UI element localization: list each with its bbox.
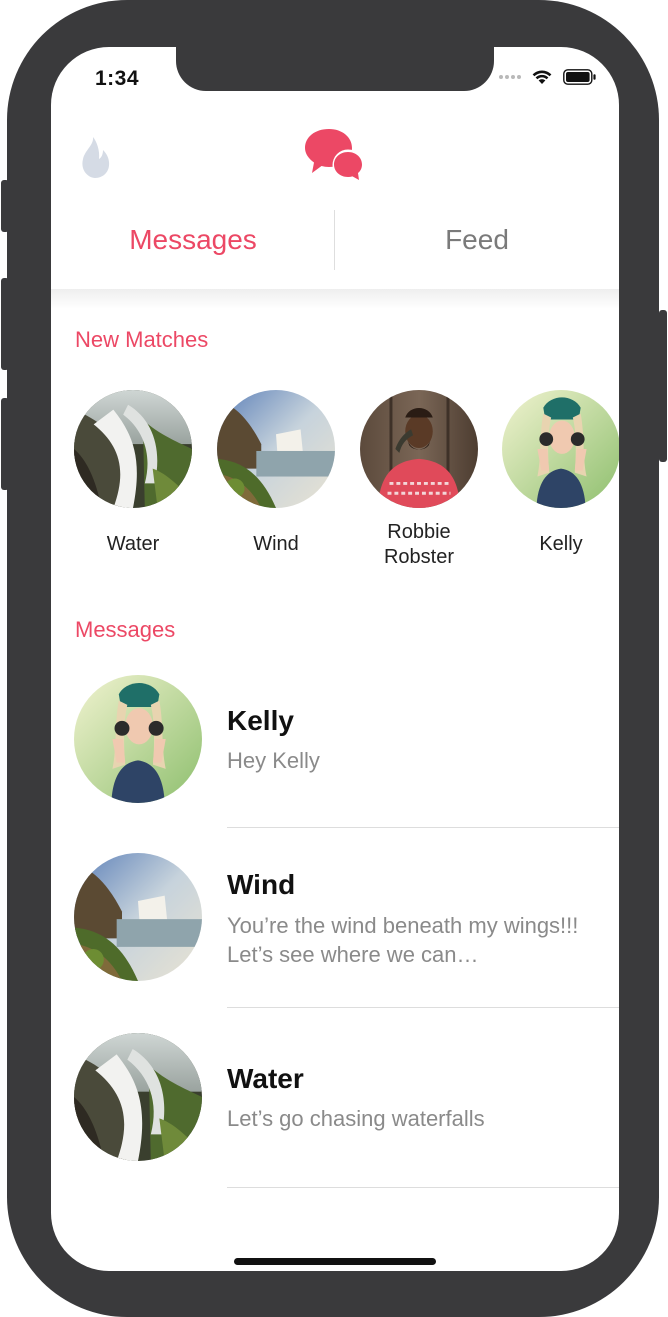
app-screen: 1:34 Messages Feed New Matches Water Win… (51, 47, 619, 1271)
power-button (659, 310, 667, 462)
message-divider (227, 827, 619, 828)
message-preview: Let’s go chasing waterfalls (227, 1106, 485, 1131)
match-name: Kelly (539, 533, 583, 555)
message-avatar (74, 1033, 202, 1161)
message-divider (227, 1007, 619, 1008)
match-item-water[interactable]: Water (73, 390, 193, 557)
message-sender: Wind (227, 869, 296, 900)
silent-switch (1, 180, 9, 232)
flame-icon[interactable] (79, 135, 111, 179)
tab-bar: Messages Feed (51, 207, 619, 273)
battery-icon (563, 69, 596, 85)
messages-title: Messages (75, 617, 176, 642)
message-row-kelly[interactable]: Kelly Hey Kelly (51, 667, 619, 845)
tab-bar-shadow (51, 289, 619, 309)
tab-feed[interactable]: Feed (335, 207, 619, 273)
new-matches-carousel: Water Wind Robbie Robster Kelly (51, 390, 619, 580)
match-name: Water (106, 533, 160, 555)
app-header (51, 125, 619, 195)
match-name: Wind (253, 533, 299, 555)
new-matches-title: New Matches (75, 327, 209, 352)
match-item-kelly[interactable]: Kelly (501, 390, 619, 557)
message-avatar (74, 675, 202, 803)
message-sender: Water (227, 1063, 304, 1094)
tab-divider (334, 210, 335, 270)
signal-icon (499, 75, 521, 79)
message-avatar (74, 853, 202, 981)
match-item-robbie-robster[interactable]: Robbie Robster (359, 390, 479, 570)
tab-messages[interactable]: Messages (51, 207, 335, 273)
wifi-icon (532, 70, 552, 84)
volume-down-button (1, 398, 9, 490)
status-icons (499, 69, 597, 85)
match-avatar (217, 390, 335, 508)
chat-bubbles-icon[interactable] (303, 127, 367, 183)
home-indicator[interactable] (234, 1258, 436, 1265)
message-preview: You’re the wind beneath my wings!!! Let’… (227, 913, 579, 967)
message-row-wind[interactable]: Wind You’re the wind beneath my wings!!!… (51, 847, 619, 1025)
status-time: 1:34 (95, 67, 140, 90)
volume-up-button (1, 278, 9, 370)
message-sender: Kelly (227, 705, 294, 736)
match-name: Robbie Robster (383, 521, 455, 568)
match-avatar (502, 390, 619, 508)
match-avatar (360, 390, 478, 508)
message-row-water[interactable]: Water Let’s go chasing waterfalls (51, 1027, 619, 1205)
match-avatar (74, 390, 192, 508)
match-item-wind[interactable]: Wind (216, 390, 336, 557)
message-preview: Hey Kelly (227, 748, 320, 773)
message-divider (227, 1187, 619, 1188)
notch (176, 47, 494, 91)
